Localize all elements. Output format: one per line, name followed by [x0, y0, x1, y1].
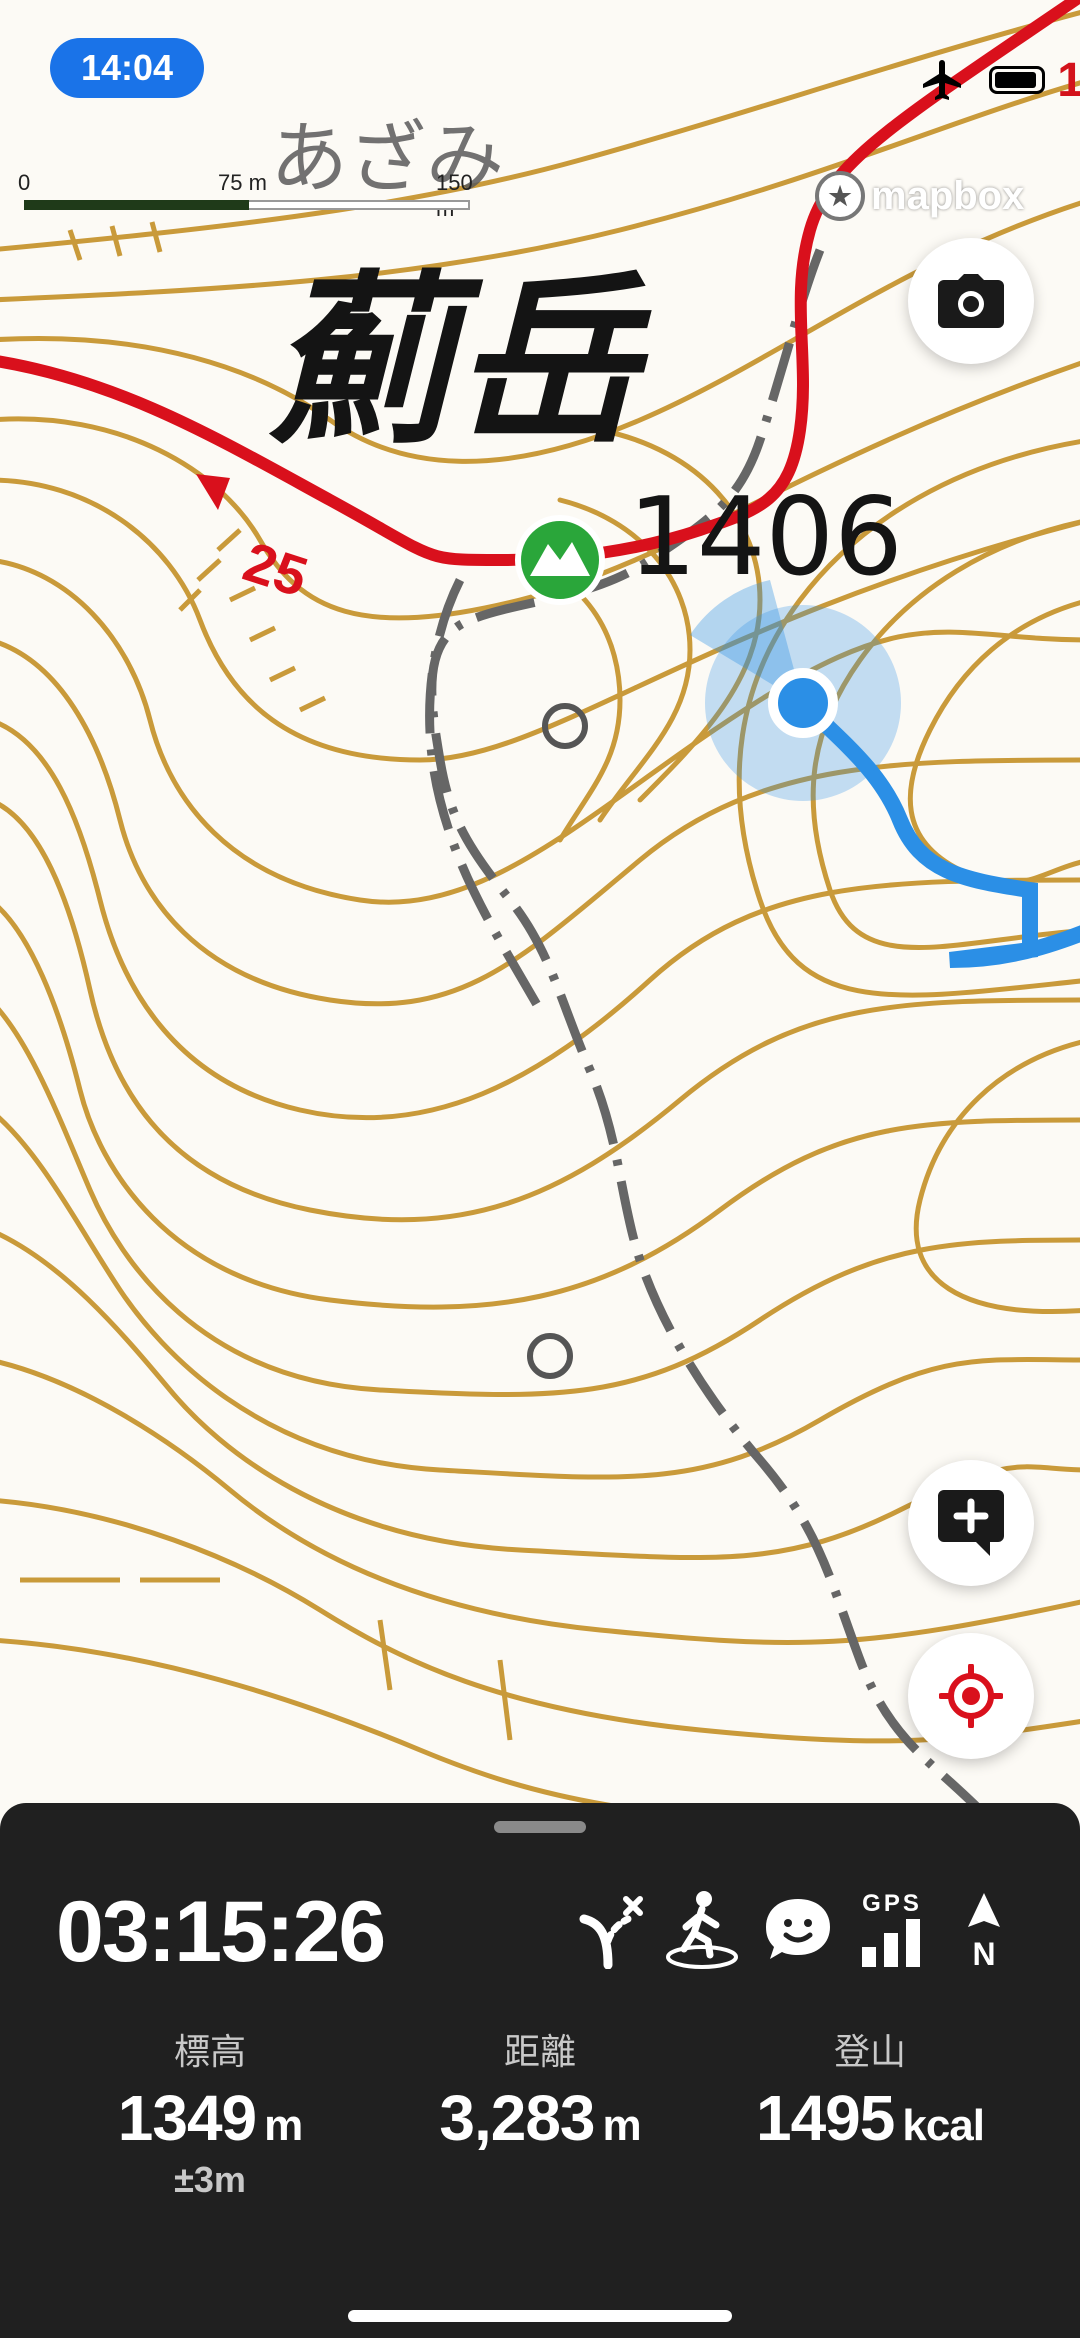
elapsed-time: 03:15:26 [56, 1884, 386, 1980]
svg-text:25: 25 [236, 529, 315, 608]
scale-max: 150 m [436, 170, 473, 221]
stat-accuracy: ±3m [174, 2159, 246, 2200]
home-indicator[interactable] [348, 2310, 732, 2322]
stat-distance: 距離 3,283 m [380, 2023, 700, 2155]
panel-grabber[interactable] [494, 1821, 586, 1833]
scale-bar-fill [24, 200, 249, 210]
route-split-icon[interactable] [570, 1889, 650, 1970]
stat-value-row: 1349 m [50, 2081, 370, 2155]
stat-value: 1349 [117, 2082, 257, 2154]
stat-unit: m [602, 2101, 642, 2150]
add-comment-button[interactable] [908, 1460, 1034, 1586]
status-time: 14:04 [50, 38, 204, 98]
north-icon[interactable]: N [944, 1889, 1024, 1972]
status-extra-text: 1 [1057, 53, 1080, 107]
mapbox-mark-icon: ★ [815, 171, 865, 221]
stat-value: 3,283 [439, 2082, 595, 2154]
camera-icon [938, 274, 1004, 328]
locate-button[interactable] [908, 1633, 1034, 1759]
scale-bar: 0 75 m 150 m [18, 170, 478, 221]
scale-zero: 0 [18, 170, 31, 195]
mapbox-logo[interactable]: ★ mapbox [815, 168, 1024, 224]
add-comment-icon [938, 1490, 1004, 1556]
gps-signal-icon[interactable]: GPS [852, 1889, 932, 1969]
locate-icon [939, 1664, 1003, 1728]
stat-unit: m [264, 2101, 303, 2150]
mapbox-attribution: mapbox [871, 173, 1025, 218]
airplane-icon [923, 60, 962, 100]
stat-label: 標高 [173, 2031, 246, 2072]
camera-button[interactable] [908, 238, 1034, 364]
hiker-icon[interactable] [662, 1889, 742, 1969]
elevation-label: 1406 [628, 475, 903, 600]
stat-label: 距離 [503, 2031, 576, 2072]
stat-value: 1495 [755, 2082, 895, 2154]
battery-icon [989, 66, 1046, 94]
stat-calories: 登山 1495 kcal [710, 2023, 1030, 2155]
scale-mid: 75 m [218, 170, 267, 195]
current-location-dot [768, 668, 838, 738]
stat-elevation: 標高 1349 m ±3m [50, 2023, 370, 2201]
stat-label: 登山 [833, 2031, 906, 2072]
svg-text:N: N [972, 1936, 995, 1969]
stat-value-row: 3,283 m [380, 2081, 700, 2155]
place-name: 薊岳 [268, 255, 652, 469]
chat-face-icon[interactable] [758, 1889, 838, 1969]
tracking-panel[interactable]: 03:15:26 GPS N 標高 1349 m ±3m 距離 3,283 m 登山… [0, 1803, 1080, 2338]
route-marker-25: 25 [196, 474, 315, 609]
stat-value-row: 1495 kcal [710, 2081, 1030, 2155]
svg-text:GPS: GPS [862, 1890, 922, 1917]
status-bar-right: 1 [919, 53, 1080, 107]
stat-unit: kcal [902, 2101, 985, 2150]
map-view[interactable]: 25 あざみ 薊岳 1406 14:04 1 0 75 m 150 m ★ ma… [0, 0, 1080, 1820]
